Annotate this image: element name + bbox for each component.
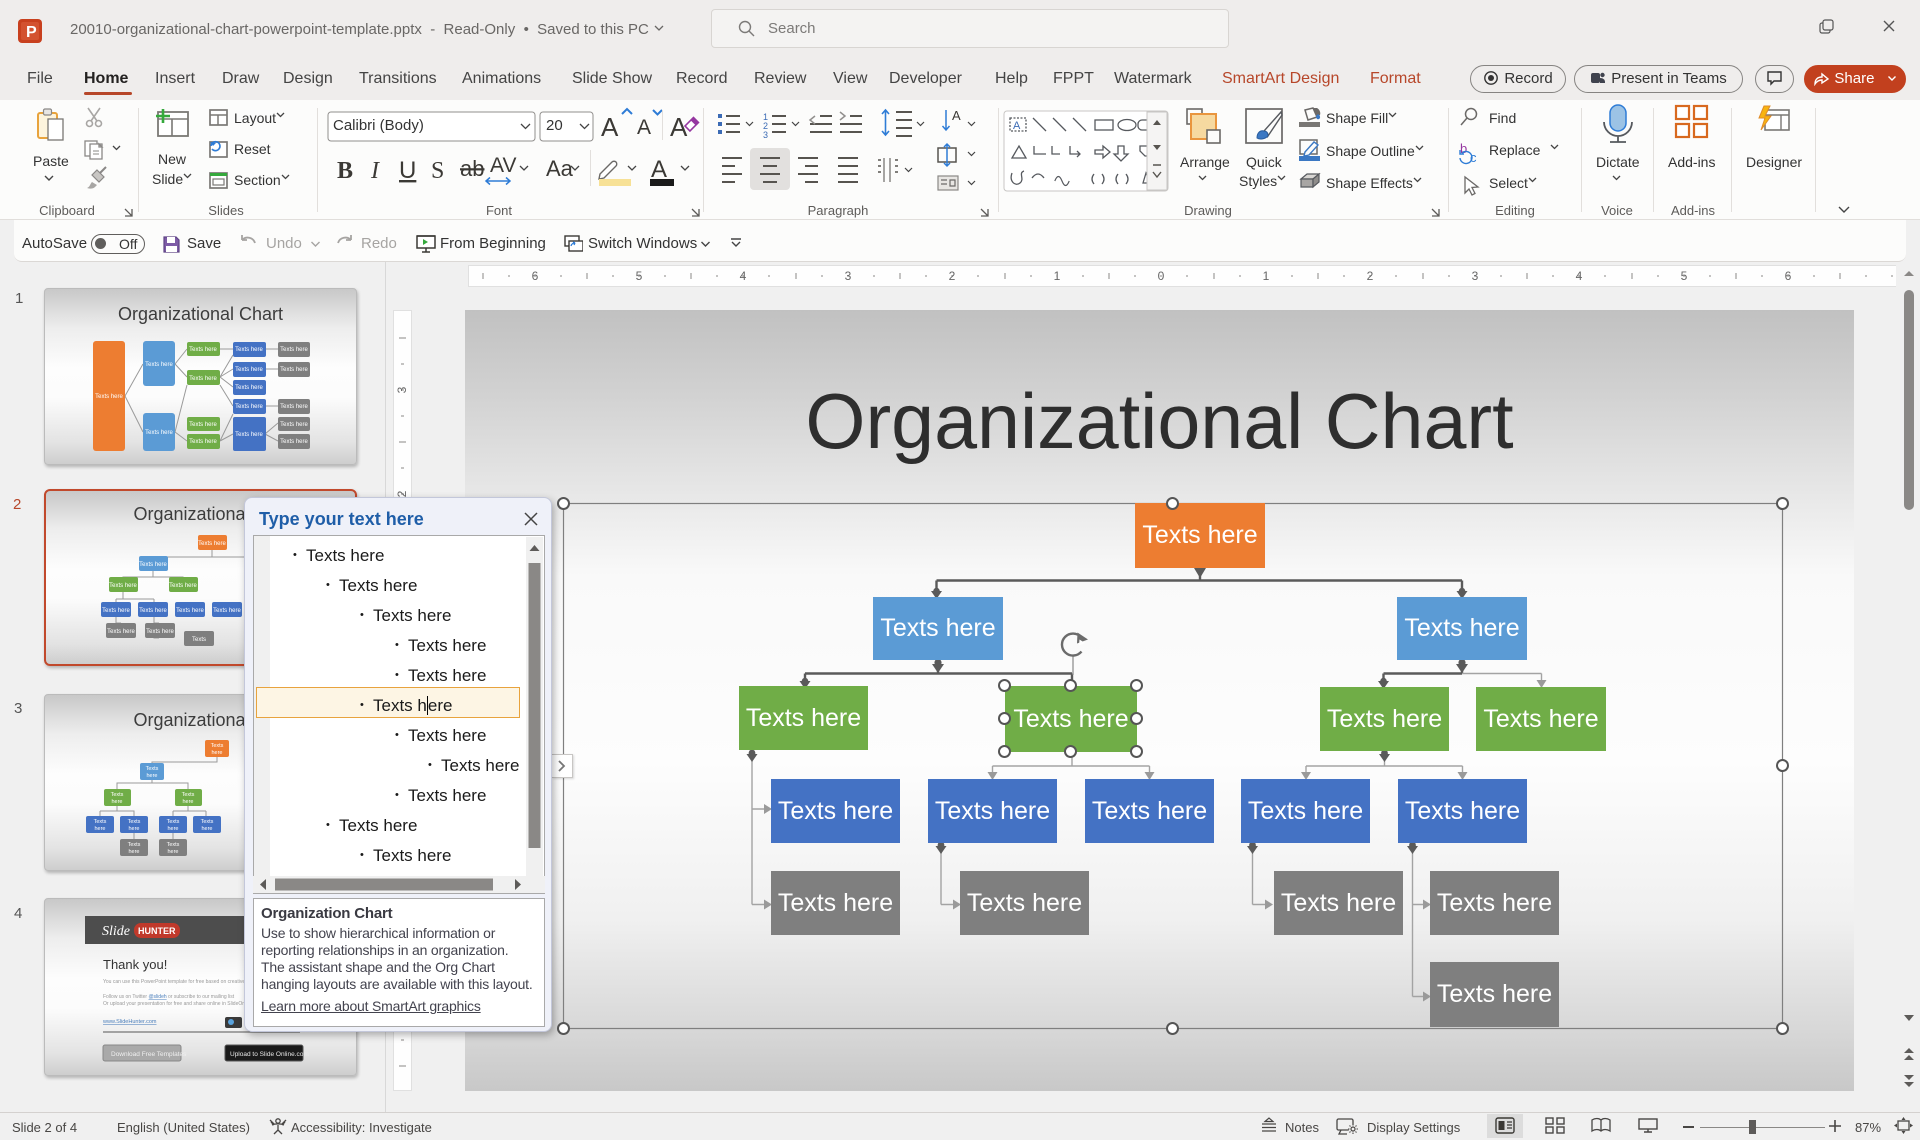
svg-text:Texts here: Texts here (107, 629, 135, 635)
svg-text:B: B (337, 158, 353, 184)
svg-text:Texts: Texts (146, 766, 159, 772)
svg-text:Texts: Texts (201, 819, 214, 825)
svg-text:1: 1 (1263, 269, 1270, 283)
svg-text:here: here (211, 750, 222, 756)
svg-text:www.SlideHunter.com: www.SlideHunter.com (102, 1019, 157, 1025)
svg-text:ab: ab (460, 156, 484, 181)
svg-text:HUNTER: HUNTER (138, 926, 176, 936)
svg-text:Texts here: Texts here (235, 432, 263, 438)
svg-text:Texts: Texts (167, 842, 180, 848)
svg-text:Texts: Texts (111, 792, 124, 798)
svg-text:6: 6 (532, 269, 539, 283)
svg-text:here: here (167, 849, 178, 855)
svg-text:Texts: Texts (94, 819, 107, 825)
svg-text:Texts: Texts (128, 842, 141, 848)
svg-text:Texts here: Texts here (145, 430, 173, 436)
svg-text:2: 2 (949, 269, 956, 283)
svg-text:3: 3 (763, 130, 768, 140)
svg-text:Thank you!: Thank you! (103, 957, 167, 972)
svg-text:here: here (167, 826, 178, 832)
svg-text:A: A (651, 156, 667, 183)
svg-text:here: here (94, 826, 105, 832)
svg-text:4: 4 (1576, 269, 1583, 283)
svg-text:Follow us on Twitter @slideh o: Follow us on Twitter @slideh or subscrib… (103, 994, 235, 1000)
svg-text:3: 3 (1472, 269, 1479, 283)
svg-text:Texts here: Texts here (109, 583, 137, 589)
svg-text:here: here (201, 826, 212, 832)
svg-text:Or upload your presentation fo: Or upload your presentation for free and… (103, 1001, 247, 1007)
svg-text:I: I (370, 158, 380, 184)
svg-text:You can use this PowerPoint te: You can use this PowerPoint template for… (103, 979, 250, 985)
svg-text:3: 3 (395, 386, 409, 393)
svg-text:4: 4 (740, 269, 747, 283)
svg-text:Texts: Texts (192, 637, 206, 643)
svg-text:Texts here: Texts here (189, 347, 217, 353)
svg-text:Slide: Slide (102, 924, 130, 939)
svg-text:Texts here: Texts here (280, 439, 308, 445)
svg-text:here: here (146, 773, 157, 779)
svg-text:Texts: Texts (182, 792, 195, 798)
svg-text:Aa: Aa (546, 156, 574, 181)
svg-text:5: 5 (636, 269, 643, 283)
svg-text:P: P (26, 24, 37, 41)
svg-text:Texts here: Texts here (189, 376, 217, 382)
svg-text:A: A (637, 116, 651, 139)
svg-text:Texts here: Texts here (139, 562, 167, 568)
svg-text:Texts: Texts (211, 743, 224, 749)
svg-text:here: here (182, 799, 193, 805)
svg-text:Texts: Texts (128, 819, 141, 825)
svg-text:5: 5 (1681, 269, 1688, 283)
svg-text:Texts here: Texts here (235, 385, 263, 391)
svg-text:Texts here: Texts here (235, 347, 263, 353)
svg-text:Texts here: Texts here (169, 583, 197, 589)
svg-text:3: 3 (845, 269, 852, 283)
svg-text:here: here (128, 826, 139, 832)
svg-text:Texts here: Texts here (102, 608, 130, 614)
svg-text:Texts here: Texts here (146, 629, 174, 635)
svg-text:Texts here: Texts here (235, 404, 263, 410)
svg-text:Texts here: Texts here (280, 404, 308, 410)
svg-text:6: 6 (1785, 269, 1792, 283)
svg-text:c: c (1470, 150, 1477, 165)
svg-text:A: A (1013, 120, 1021, 132)
svg-text:here: here (128, 849, 139, 855)
svg-text:Texts here: Texts here (213, 608, 241, 614)
svg-text:Texts here: Texts here (280, 347, 308, 353)
svg-text:Texts here: Texts here (235, 367, 263, 373)
svg-text:Texts here: Texts here (189, 439, 217, 445)
svg-text:U: U (399, 157, 416, 184)
svg-text:2: 2 (1367, 269, 1374, 283)
svg-text:Download Free Templates: Download Free Templates (111, 1051, 187, 1058)
svg-text:Texts here: Texts here (280, 367, 308, 373)
svg-text:Upload to Slide Online.com: Upload to Slide Online.com (230, 1051, 309, 1058)
svg-text:Texts: Texts (167, 819, 180, 825)
svg-text:A: A (952, 108, 961, 123)
svg-text:here: here (111, 799, 122, 805)
svg-text:A: A (601, 112, 619, 142)
svg-text:AV: AV (490, 154, 516, 177)
svg-text:Texts here: Texts here (95, 394, 123, 400)
svg-text:Texts here: Texts here (189, 422, 217, 428)
svg-text:Texts here: Texts here (176, 608, 204, 614)
svg-text:0: 0 (1158, 269, 1165, 283)
svg-text:S: S (431, 158, 444, 184)
svg-text:1: 1 (1054, 269, 1061, 283)
svg-text:Texts here: Texts here (280, 422, 308, 428)
svg-text:Texts here: Texts here (145, 362, 173, 368)
svg-text:Texts here: Texts here (139, 608, 167, 614)
svg-text:Texts here: Texts here (198, 541, 226, 547)
